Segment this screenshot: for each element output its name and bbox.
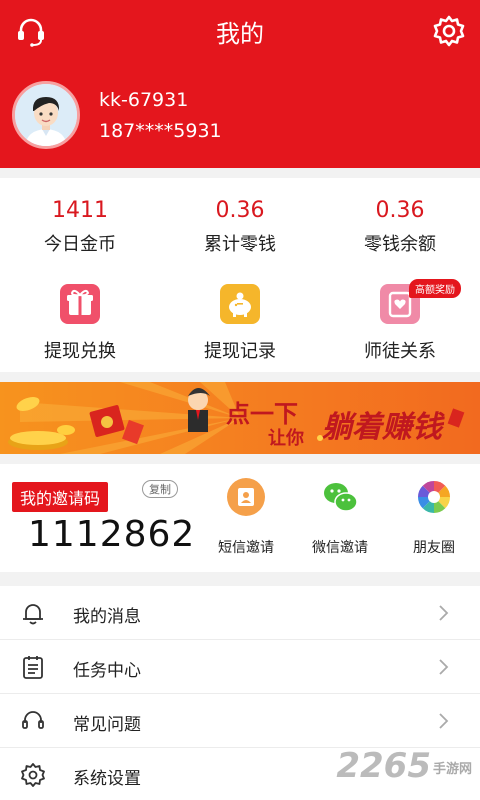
menu-item-label: 我的消息: [73, 607, 141, 627]
watermark-suffix: 手游网: [432, 762, 472, 777]
avatar-illustration-icon: [15, 84, 77, 146]
stat-label: 今日金币: [44, 234, 116, 255]
stat-balance[interactable]: 0.36 零钱余额: [320, 196, 480, 256]
bell-icon: [23, 604, 43, 625]
menu-item-label: 任务中心: [73, 661, 141, 681]
stats-card: 1411 今日金币 0.36 累计零钱 0.36 零钱余额 提现兑换 提现记录 …: [0, 178, 480, 372]
share-label: 朋友圈: [413, 540, 455, 556]
menu-item-label: 系统设置: [73, 769, 141, 789]
function-label: 师徒关系: [364, 341, 436, 362]
stat-value: 0.36: [375, 198, 425, 223]
function-label: 提现兑换: [44, 341, 116, 362]
watermark: 2265 手游网: [336, 746, 472, 786]
stat-total-change[interactable]: 0.36 累计零钱: [160, 196, 320, 256]
share-label: 微信邀请: [312, 540, 368, 556]
sms-invite-button[interactable]: 短信邀请: [206, 478, 286, 557]
piggy-bank-icon: [220, 284, 260, 324]
headset-icon: [22, 711, 44, 729]
avatar[interactable]: [12, 81, 80, 149]
promo-banner[interactable]: 点一下 让你 躺着赚钱: [0, 382, 480, 454]
task-list-icon: [23, 656, 43, 679]
reward-badge: 高额奖励: [409, 279, 461, 298]
share-label: 短信邀请: [218, 540, 274, 556]
withdraw-exchange-button[interactable]: 提现兑换: [0, 284, 160, 363]
sms-icon: [227, 478, 265, 516]
stat-label: 累计零钱: [204, 234, 276, 255]
menu-item-label: 常见问题: [73, 715, 141, 735]
username: kk-67931: [99, 89, 189, 111]
copy-button[interactable]: 复制: [142, 480, 178, 498]
stat-value: 1411: [52, 198, 108, 223]
withdraw-records-button[interactable]: 提现记录: [160, 284, 320, 363]
menu-item-faq[interactable]: 常见问题: [0, 694, 480, 748]
menu-item-task-center[interactable]: 任务中心: [0, 640, 480, 694]
chevron-right-icon: [439, 713, 449, 729]
banner-text-3: 躺着赚钱: [322, 410, 442, 445]
moments-icon: [415, 478, 453, 516]
chevron-right-icon: [439, 605, 449, 621]
profile-header: 我的 kk-67931 187****5931: [0, 0, 480, 168]
stat-today-coins[interactable]: 1411 今日金币: [0, 196, 160, 256]
invite-title: 我的邀请码: [12, 482, 109, 512]
gear-icon[interactable]: [432, 14, 466, 48]
page-title: 我的: [216, 20, 264, 48]
stat-label: 零钱余额: [364, 234, 436, 255]
moments-invite-button[interactable]: 朋友圈: [394, 478, 474, 557]
menu-item-messages[interactable]: 我的消息: [0, 586, 480, 640]
gift-box-icon: [60, 284, 100, 324]
watermark-text: 2265: [336, 746, 431, 786]
invite-card: 我的邀请码 复制 1112862 短信邀请 微信邀请 朋友圈: [0, 464, 480, 572]
phone-number: 187****5931: [99, 120, 222, 142]
chevron-right-icon: [439, 659, 449, 675]
gear-icon: [21, 763, 45, 787]
wechat-invite-button[interactable]: 微信邀请: [300, 478, 380, 557]
invite-code: 1112862: [28, 514, 196, 555]
wechat-icon: [321, 478, 359, 516]
function-label: 提现记录: [204, 341, 276, 362]
stat-value: 0.36: [215, 198, 265, 223]
banner-text-2: 让你: [268, 428, 304, 449]
